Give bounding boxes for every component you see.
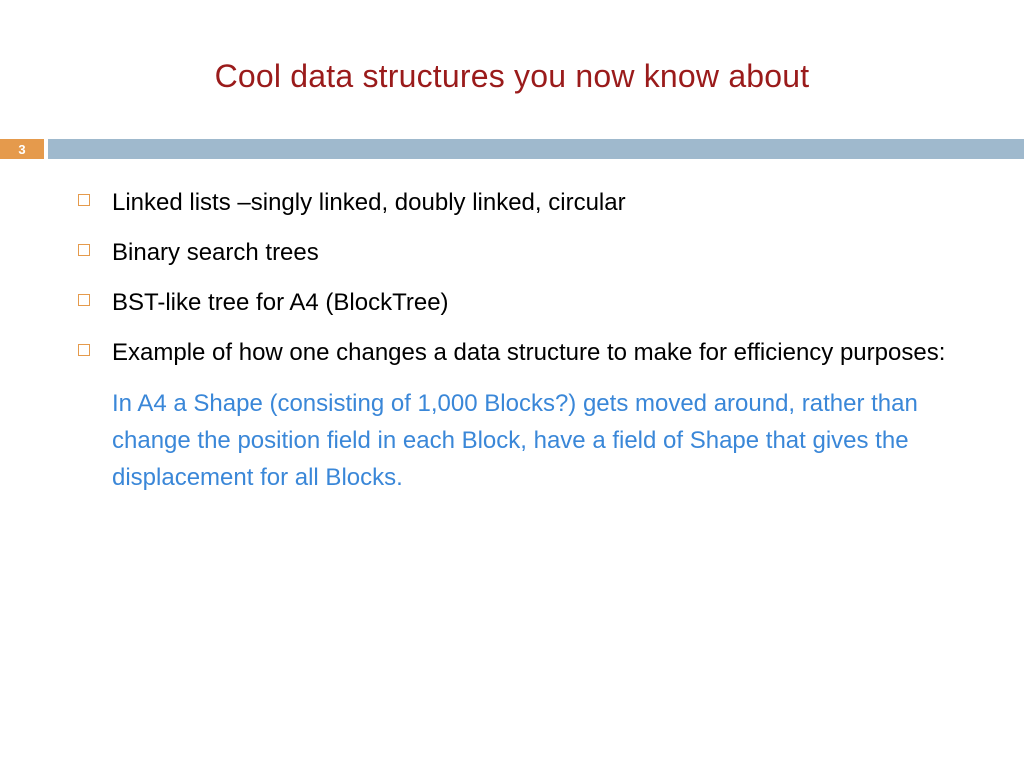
- list-item: BST-like tree for A4 (BlockTree): [78, 285, 954, 321]
- list-item: Example of how one changes a data struct…: [78, 335, 954, 371]
- slide-content: Linked lists –singly linked, doubly link…: [78, 185, 954, 497]
- header-bar-fill: [48, 139, 1024, 159]
- slide: Cool data structures you now know about …: [0, 0, 1024, 768]
- sub-text: In A4 a Shape (consisting of 1,000 Block…: [112, 385, 954, 497]
- bullet-icon: [78, 194, 90, 206]
- bullet-text: Example of how one changes a data struct…: [112, 335, 945, 371]
- list-item: Binary search trees: [78, 235, 954, 271]
- page-number-badge: 3: [0, 139, 44, 159]
- header-bar: 3: [0, 139, 1024, 159]
- bullet-icon: [78, 294, 90, 306]
- list-item: Linked lists –singly linked, doubly link…: [78, 185, 954, 221]
- slide-title: Cool data structures you now know about: [0, 0, 1024, 95]
- bullet-icon: [78, 244, 90, 256]
- bullet-text: Binary search trees: [112, 235, 319, 271]
- bullet-icon: [78, 344, 90, 356]
- bullet-text: BST-like tree for A4 (BlockTree): [112, 285, 449, 321]
- bullet-text: Linked lists –singly linked, doubly link…: [112, 185, 626, 221]
